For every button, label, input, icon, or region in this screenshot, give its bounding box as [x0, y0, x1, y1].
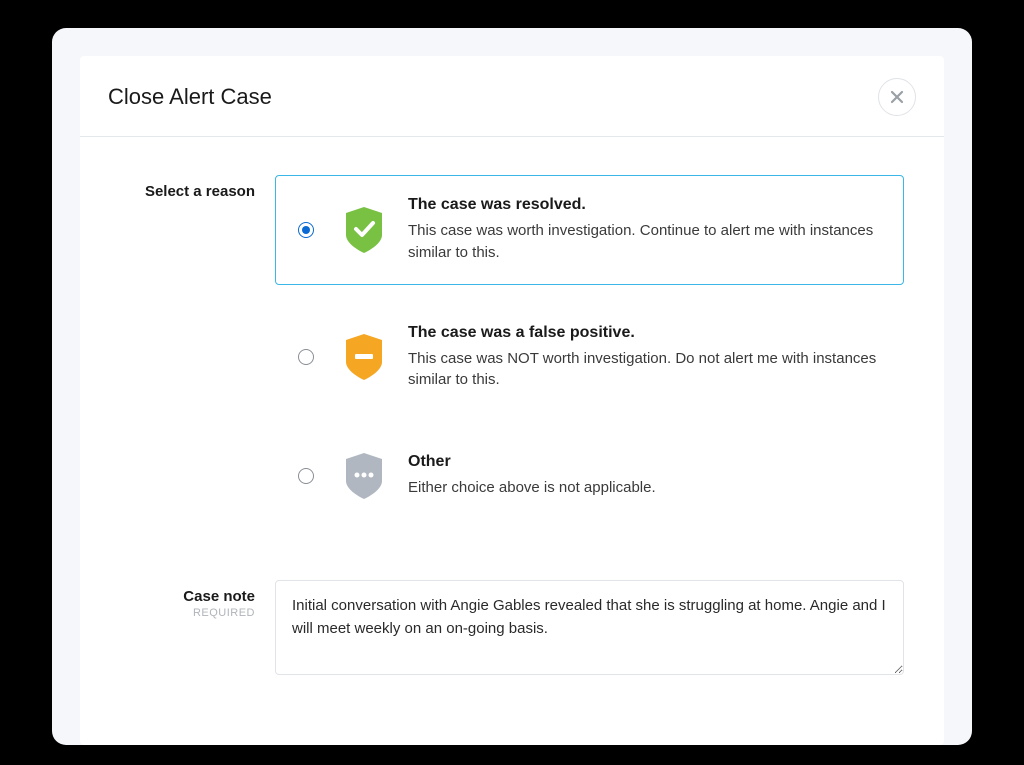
- reason-option-other[interactable]: Other Either choice above is not applica…: [275, 430, 904, 522]
- option-desc: This case was NOT worth investigation. D…: [408, 348, 881, 392]
- option-title: The case was a false positive.: [408, 324, 881, 342]
- note-label-cell: Case note REQUIRED: [120, 580, 275, 680]
- note-required-label: REQUIRED: [120, 607, 255, 619]
- modal-backdrop: Close Alert Case Select a reason: [52, 28, 972, 745]
- radio-resolved[interactable]: [298, 222, 314, 238]
- shield-check-icon: [342, 205, 386, 255]
- reason-label: Select a reason: [120, 183, 255, 200]
- close-case-dialog: Close Alert Case Select a reason: [80, 56, 944, 745]
- option-title: The case was resolved.: [408, 196, 881, 214]
- note-content: [275, 580, 904, 680]
- case-note-textarea[interactable]: [275, 580, 904, 675]
- reason-options: The case was resolved. This case was wor…: [275, 175, 904, 540]
- option-desc: Either choice above is not applicable.: [408, 477, 881, 499]
- radio-false-positive[interactable]: [298, 349, 314, 365]
- close-icon: [889, 89, 905, 105]
- dialog-header: Close Alert Case: [80, 56, 944, 137]
- dialog-title: Close Alert Case: [108, 84, 272, 110]
- option-text: The case was a false positive. This case…: [408, 324, 881, 392]
- note-row: Case note REQUIRED: [120, 580, 904, 680]
- option-desc: This case was worth investigation. Conti…: [408, 220, 881, 264]
- reason-option-false-positive[interactable]: The case was a false positive. This case…: [275, 303, 904, 413]
- note-label: Case note: [120, 588, 255, 605]
- reason-row: Select a reason The case was resolved. T…: [120, 175, 904, 540]
- shield-dots-icon: [342, 451, 386, 501]
- option-title: Other: [408, 453, 881, 471]
- shield-minus-icon: [342, 332, 386, 382]
- dialog-body: Select a reason The case was resolved. T…: [80, 137, 944, 745]
- reason-label-cell: Select a reason: [120, 175, 275, 540]
- option-text: The case was resolved. This case was wor…: [408, 196, 881, 264]
- option-text: Other Either choice above is not applica…: [408, 453, 881, 499]
- radio-other[interactable]: [298, 468, 314, 484]
- close-dialog-button[interactable]: [878, 78, 916, 116]
- reason-option-resolved[interactable]: The case was resolved. This case was wor…: [275, 175, 904, 285]
